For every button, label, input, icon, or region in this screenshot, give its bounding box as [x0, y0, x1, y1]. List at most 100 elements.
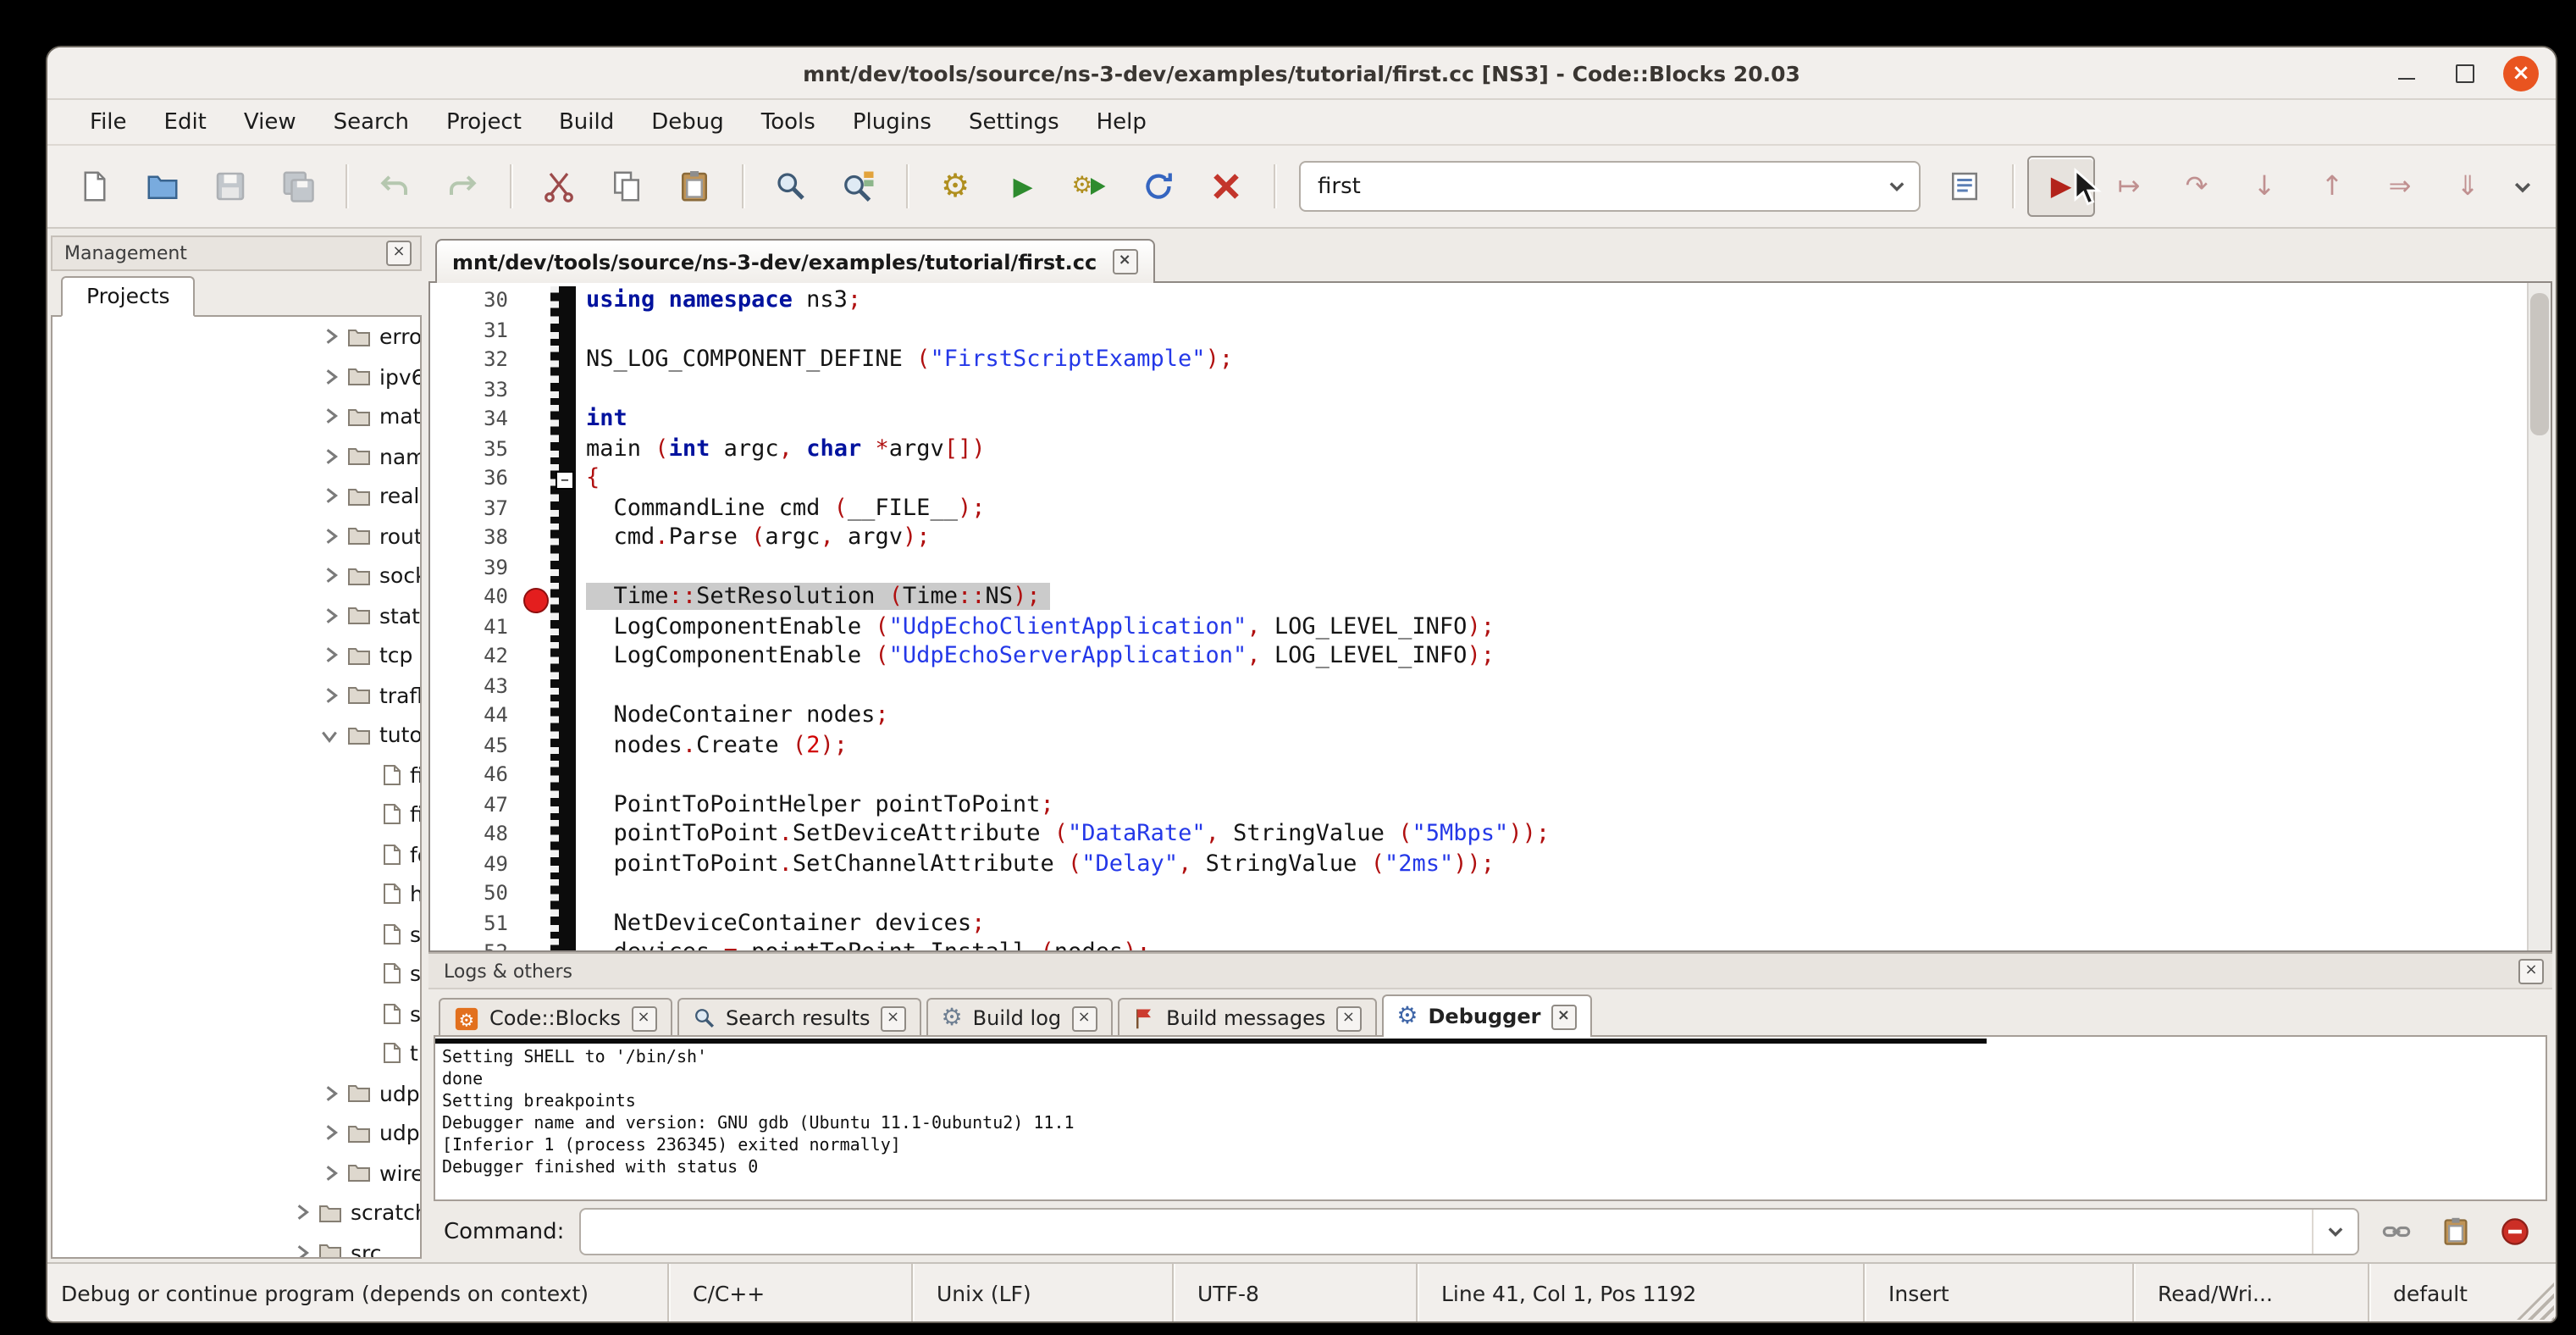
tab-projects[interactable]: Projects — [61, 276, 196, 317]
logs-tab-search-results[interactable]: Search results× — [677, 998, 921, 1037]
code-line[interactable]: 38 cmd.Parse (argc, argv); — [430, 523, 2529, 553]
code-text[interactable] — [576, 761, 586, 790]
tree-item-fir[interactable]: fir — [53, 795, 420, 834]
chevron-right-icon[interactable] — [320, 526, 340, 546]
line-number[interactable]: 45 — [430, 731, 520, 761]
tree-item-sock[interactable]: sock — [53, 556, 420, 595]
run-button[interactable]: ▶ — [989, 156, 1057, 217]
debugger-log[interactable]: Setting SHELL to '/bin/sh'doneSetting br… — [434, 1035, 2547, 1201]
build-button[interactable]: ⚙ — [921, 156, 989, 217]
line-number[interactable]: 41 — [430, 612, 520, 642]
line-number[interactable]: 50 — [430, 879, 520, 909]
line-number[interactable]: 40 — [430, 583, 520, 612]
tree-item-real[interactable]: real — [53, 476, 420, 516]
chevron-right-icon[interactable] — [320, 367, 340, 387]
code-text[interactable]: NS_LOG_COMPONENT_DEFINE ("FirstScriptExa… — [576, 346, 1233, 375]
link-icon[interactable] — [2374, 1210, 2418, 1254]
stop-icon[interactable] — [2493, 1210, 2537, 1254]
editor-tab-first-cc[interactable]: mnt/dev/tools/source/ns-3-dev/examples/t… — [435, 239, 1154, 283]
code-text[interactable] — [576, 672, 586, 701]
minimize-button[interactable] — [2388, 54, 2425, 91]
tree-item-se[interactable]: se — [53, 954, 420, 994]
redo-button[interactable] — [428, 156, 496, 217]
code-text[interactable]: int — [576, 405, 627, 435]
chevron-right-icon[interactable] — [320, 645, 340, 666]
tree-item-he[interactable]: he — [53, 874, 420, 914]
build-target-combo[interactable]: first — [1299, 161, 1921, 212]
breakpoint-margin[interactable] — [520, 939, 550, 950]
tree-item-si[interactable]: si — [53, 994, 420, 1033]
save-all-button[interactable] — [264, 156, 332, 217]
code-text[interactable]: LogComponentEnable ("UdpEchoServerApplic… — [576, 642, 1495, 672]
chevron-right-icon[interactable] — [320, 685, 340, 706]
command-input[interactable] — [581, 1210, 2312, 1254]
code-line[interactable]: 47 PointToPointHelper pointToPoint; — [430, 790, 2529, 820]
breakpoint-margin[interactable] — [520, 346, 550, 375]
code-text[interactable] — [576, 553, 586, 583]
breakpoint-margin[interactable] — [520, 672, 550, 701]
toolbar-overflow-chevron-icon[interactable] — [2501, 175, 2542, 197]
line-number[interactable]: 32 — [430, 346, 520, 375]
line-number[interactable]: 31 — [430, 316, 520, 346]
code-line[interactable]: 34int — [430, 405, 2529, 435]
close-tab-icon[interactable]: × — [631, 1005, 656, 1031]
fold-margin[interactable] — [550, 790, 576, 820]
breakpoint-margin[interactable] — [520, 612, 550, 642]
logs-tab-build-log[interactable]: ⚙Build log× — [926, 998, 1113, 1037]
breakpoint-margin[interactable] — [520, 879, 550, 909]
chevron-down-icon[interactable] — [320, 725, 340, 745]
breakpoint-margin[interactable] — [520, 405, 550, 435]
fold-margin[interactable] — [550, 672, 576, 701]
management-close-icon[interactable]: × — [386, 241, 412, 266]
fold-collapse-icon[interactable]: − — [556, 471, 574, 490]
tree-item-trafl[interactable]: trafl — [53, 675, 420, 715]
tree-item-stat[interactable]: stat — [53, 595, 420, 635]
code-text[interactable]: using namespace ns3; — [576, 286, 861, 316]
code-text[interactable]: cmd.Parse (argc, argv); — [576, 523, 931, 553]
fold-margin[interactable] — [550, 316, 576, 346]
fold-margin[interactable]: − — [550, 464, 576, 494]
code-line[interactable]: 45 nodes.Create (2); — [430, 731, 2529, 761]
line-number[interactable]: 42 — [430, 642, 520, 672]
fold-margin[interactable] — [550, 553, 576, 583]
line-number[interactable]: 48 — [430, 820, 520, 850]
chevron-right-icon[interactable] — [320, 566, 340, 586]
open-file-button[interactable] — [129, 156, 196, 217]
fold-margin[interactable] — [550, 731, 576, 761]
code-line[interactable]: 49 pointToPoint.SetChannelAttribute ("De… — [430, 850, 2529, 879]
tree-item-scratch[interactable]: scratch — [53, 1193, 420, 1233]
code-line[interactable]: 48 pointToPoint.SetDeviceAttribute ("Dat… — [430, 820, 2529, 850]
code-text[interactable]: NetDeviceContainer devices; — [576, 909, 985, 939]
chevron-right-icon[interactable] — [320, 1083, 340, 1104]
fold-margin[interactable] — [550, 583, 576, 612]
line-number[interactable]: 49 — [430, 850, 520, 879]
menu-item-debug[interactable]: Debug — [633, 109, 743, 135]
fold-margin[interactable] — [550, 820, 576, 850]
abort-build-button[interactable] — [1192, 156, 1260, 217]
open-files-list-button[interactable] — [1931, 156, 1998, 217]
next-line-button[interactable]: ↷ — [2163, 156, 2231, 217]
code-line[interactable]: 37 CommandLine cmd (__FILE__); — [430, 494, 2529, 523]
breakpoint-margin[interactable] — [520, 761, 550, 790]
chevron-right-icon[interactable] — [291, 1243, 312, 1260]
find-button[interactable] — [757, 156, 825, 217]
logs-tab-code-blocks[interactable]: ⚙Code::Blocks× — [439, 998, 672, 1037]
fold-margin[interactable] — [550, 405, 576, 435]
chevron-right-icon[interactable] — [320, 1123, 340, 1144]
code-text[interactable]: NodeContainer nodes; — [576, 701, 889, 731]
undo-button[interactable] — [361, 156, 428, 217]
code-line[interactable]: 43 — [430, 672, 2529, 701]
line-number[interactable]: 44 — [430, 701, 520, 731]
tree-item-src[interactable]: src — [53, 1233, 420, 1259]
tree-item-tuto[interactable]: tuto — [53, 715, 420, 755]
close-tab-icon[interactable]: × — [1071, 1005, 1097, 1031]
tree-item-wire[interactable]: wire — [53, 1153, 420, 1193]
line-number[interactable]: 43 — [430, 672, 520, 701]
line-number[interactable]: 37 — [430, 494, 520, 523]
command-chevron-down-icon[interactable] — [2312, 1210, 2358, 1254]
chevron-down-icon[interactable] — [1875, 163, 1919, 210]
code-line[interactable]: 46 — [430, 761, 2529, 790]
breakpoint-margin[interactable] — [520, 642, 550, 672]
breakpoint-margin[interactable] — [520, 435, 550, 464]
cut-button[interactable] — [525, 156, 593, 217]
